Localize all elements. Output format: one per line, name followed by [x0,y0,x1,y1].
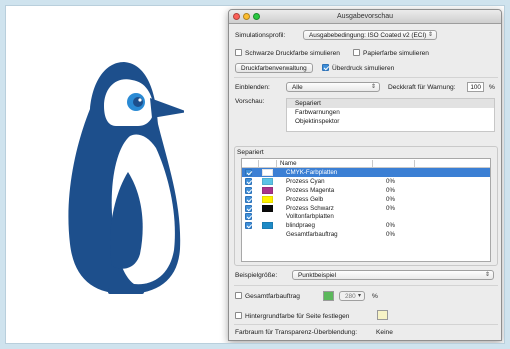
ink-color-swatch [262,177,273,185]
show-value: Alle [292,84,303,91]
black-ink-label: Schwarze Druckfarbe simulieren [245,50,340,57]
sample-size-select[interactable]: Punktbeispiel ⇕ [292,270,494,280]
preview-list[interactable]: Separiert Farbwarnungen Objektinspektor [286,98,495,132]
separation-percent: 0% [386,204,395,212]
preview-item-separiert[interactable]: Separiert [287,99,494,108]
visibility-checkbox[interactable] [245,204,252,212]
chevron-down-icon: ▾ [357,293,361,299]
simulation-profile-label: Simulationsprofil: [235,32,286,39]
section-divider [234,285,498,286]
overprint-option[interactable]: Überdruck simulieren [322,64,394,72]
visibility-checkbox[interactable] [245,213,252,221]
column-separator [372,160,373,167]
black-ink-option[interactable]: Schwarze Druckfarbe simulieren [235,49,340,57]
opacity-label: Deckkraft für Warnung: [388,84,456,91]
separation-percent: 0% [386,195,395,203]
table-row[interactable]: blindpraeg 0% [242,221,490,230]
background-color-checkbox[interactable] [235,312,242,319]
total-ink-option[interactable]: Gesamtfarbauftrag [235,292,300,300]
table-row[interactable]: CMYK-Farbplatten [242,168,490,177]
transparency-blend-label: Farbraum für Transparenz-Überblendung: [235,329,358,336]
updown-arrow-icon: ⇕ [484,272,490,278]
table-row[interactable]: Prozess Magenta 0% [242,186,490,195]
ink-manager-button[interactable]: Druckfarbenverwaltung [235,63,313,73]
updown-arrow-icon: ⇕ [370,84,376,90]
separation-percent: 0% [386,186,395,194]
show-select[interactable]: Alle ⇕ [286,82,380,92]
visibility-checkbox[interactable] [245,222,252,230]
separation-name: Prozess Gelb [286,195,324,203]
overprint-checkbox[interactable] [322,64,329,71]
preview-item-objektinspektor[interactable]: Objektinspektor [287,117,494,126]
visibility-checkbox[interactable] [245,177,252,185]
penguin-beak [150,98,184,118]
column-separator [414,160,415,167]
section-divider [234,324,498,325]
ink-color-swatch [262,204,273,212]
section-divider [234,77,498,78]
document-canvas: Ausgabevorschau Simulationsprofil: Ausga… [5,5,505,344]
separation-name: Prozess Cyan [286,177,325,185]
updown-arrow-icon: ⇕ [427,32,433,38]
paper-color-checkbox[interactable] [353,49,360,56]
table-header: Name [242,159,490,168]
ink-color-swatch [262,195,273,203]
separation-name: blindpraeg [286,222,315,230]
output-preview-window: Ausgabevorschau Simulationsprofil: Ausga… [228,9,502,341]
show-label: Einblenden: [235,84,270,91]
black-ink-checkbox[interactable] [235,49,242,56]
table-row[interactable]: Prozess Cyan 0% [242,177,490,186]
total-ink-label: Gesamtfarbauftrag [245,293,300,300]
separations-table[interactable]: Name CMYK-Farbplatten Prozess Cyan 0% Proze… [241,158,491,262]
total-ink-unit: % [372,293,378,300]
ink-color-swatch [262,222,273,230]
table-row[interactable]: Volltonfarbplatten [242,212,490,221]
ink-color-swatch [262,169,273,176]
separation-name: Gesamtfarbauftrag [286,231,338,239]
opacity-input[interactable]: 100 [467,82,484,92]
background-color-well[interactable] [377,310,388,320]
visibility-checkbox[interactable] [245,169,252,176]
column-header-name[interactable]: Name [280,160,297,167]
paper-color-label: Papierfarbe simulieren [363,50,429,57]
separations-rows: CMYK-Farbplatten Prozess Cyan 0% Prozess Ma… [242,168,490,239]
opacity-unit: % [489,84,495,91]
simulation-profile-select[interactable]: Ausgabebedingung: ISO Coated v2 (ECI) ⇕ [303,30,437,40]
ink-color-swatch [262,186,273,194]
separation-name: Prozess Schwarz [286,204,334,212]
total-ink-value: 280 [345,293,356,300]
window-title: Ausgabevorschau [336,13,394,20]
separation-percent: 0% [386,231,395,239]
column-separator [258,160,259,167]
background-color-option[interactable]: Hintergrundfarbe für Seite festlegen [235,312,349,320]
separation-name: Volltonfarbplatten [286,213,334,221]
background-color-label: Hintergrundfarbe für Seite festlegen [245,313,350,320]
separations-group-label: Separiert [237,149,264,156]
overprint-label: Überdruck simulieren [332,65,395,72]
separation-percent: 0% [386,222,395,230]
column-separator [276,160,277,167]
simulation-profile-value: Ausgabebedingung: ISO Coated v2 (ECI) [309,32,427,39]
table-row[interactable]: Prozess Gelb 0% [242,195,490,204]
separation-percent: 0% [386,177,395,185]
sample-size-label: Beispielgröße: [235,272,278,279]
preview-label: Vorschau: [235,98,265,105]
table-row[interactable]: Prozess Schwarz 0% [242,204,490,213]
table-row[interactable]: Gesamtfarbauftrag 0% [242,230,490,239]
separation-name: CMYK-Farbplatten [286,169,338,176]
transparency-blend-value: Keine [376,329,393,336]
visibility-checkbox[interactable] [245,186,252,194]
visibility-checkbox[interactable] [245,195,252,203]
preview-item-farbwarnungen[interactable]: Farbwarnungen [287,108,494,117]
total-ink-checkbox[interactable] [235,292,242,299]
sample-size-value: Punktbeispiel [298,272,337,279]
total-ink-value-select[interactable]: 280 ▾ [339,291,365,301]
separation-name: Prozess Magenta [286,186,335,194]
penguin-illustration [68,62,184,294]
paper-color-option[interactable]: Papierfarbe simulieren [353,49,429,57]
total-ink-color-well[interactable] [323,291,334,301]
title-bar[interactable]: Ausgabevorschau [229,10,501,24]
